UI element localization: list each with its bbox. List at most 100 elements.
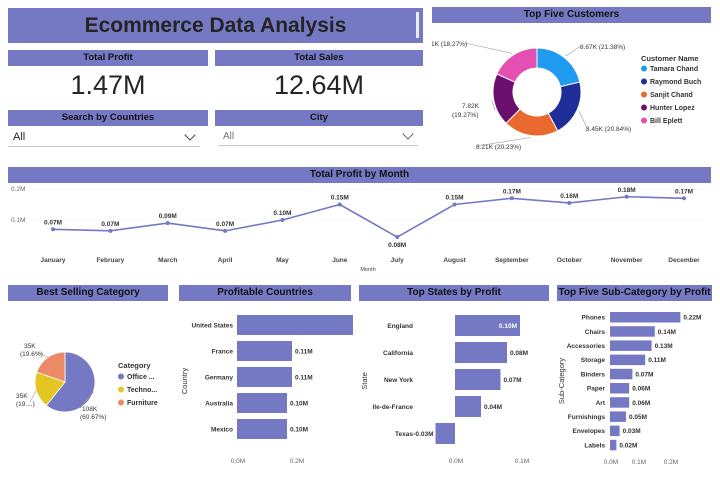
bar[interactable]: [610, 312, 681, 323]
line-point[interactable]: [624, 194, 629, 199]
bar[interactable]: [610, 354, 646, 366]
bar-category-label: Storage: [581, 357, 606, 364]
customer-legend-label[interactable]: Raymond Buch: [650, 79, 701, 86]
line-point[interactable]: [165, 221, 170, 226]
x-tick-label: September: [495, 257, 529, 264]
bar-value-label: 0.11M: [295, 348, 313, 355]
bar-value-label: 0.07M: [504, 377, 522, 384]
bar[interactable]: [455, 369, 501, 390]
bar-value-label: 0.14M: [658, 329, 676, 336]
bar-category-label: Art: [596, 400, 606, 407]
x-tick-label: April: [218, 257, 233, 264]
bar[interactable]: [237, 419, 287, 439]
y-tick-label: 0.1M: [11, 217, 25, 224]
line-point[interactable]: [280, 218, 285, 222]
top-customers-legend-title: Customer Name: [641, 54, 699, 63]
bar[interactable]: [455, 396, 481, 417]
line-point[interactable]: [51, 227, 55, 232]
bar[interactable]: [237, 315, 353, 335]
line-data-label: 0.10M: [273, 210, 291, 217]
bar[interactable]: [610, 326, 655, 337]
country-slicer-dropdown[interactable]: All: [8, 128, 200, 147]
bar[interactable]: [237, 367, 292, 387]
bar[interactable]: [610, 340, 652, 351]
bar-value-label: 0.11M: [295, 374, 313, 381]
legend-marker-icon: [641, 104, 647, 111]
category-data-label: 35K: [16, 393, 28, 400]
line-point[interactable]: [567, 200, 572, 205]
bar-value-label: 0.05M: [629, 414, 647, 421]
city-slicer-value: All: [223, 131, 235, 142]
category-legend-label[interactable]: Furniture: [127, 400, 158, 407]
total-sales-value: 12.64M: [273, 70, 365, 100]
legend-marker-icon: [118, 373, 124, 380]
bar-category-label: Mexico: [211, 426, 233, 433]
x-tick-label: 0.0M: [604, 459, 618, 466]
bar-value-label: 0.04M: [484, 404, 502, 411]
profit-by-month-line: [52, 195, 685, 238]
bar-category-label: United States: [191, 322, 233, 329]
line-point[interactable]: [682, 196, 686, 201]
customer-slice[interactable]: [536, 47, 581, 88]
bar-category-label: Furnishings: [568, 414, 606, 421]
bar[interactable]: [610, 383, 630, 394]
bar-category-label: Paper: [587, 386, 606, 393]
bar-category-label: California: [383, 350, 413, 357]
profitable_countries-y-axis-label: Country: [180, 368, 189, 395]
bar[interactable]: [435, 423, 456, 444]
line-point[interactable]: [452, 202, 457, 207]
bar[interactable]: [610, 397, 630, 408]
bar[interactable]: [610, 368, 633, 380]
category-data-label: 108K: [82, 406, 98, 413]
profit-by-month-data-labels: 0.07M 0.07M 0.09M 0.07M 0.10M 0.15M 0.08M 0.15M…: [44, 187, 693, 249]
bar-category-label: Texas: [395, 431, 413, 438]
customer-legend-label[interactable]: Hunter Lopez: [650, 105, 695, 112]
customer-label-leader: [565, 45, 582, 57]
bar[interactable]: [610, 425, 620, 437]
title-scrollbar[interactable]: [416, 12, 419, 38]
profitable_countries-category-labels: United States France Germany Australia Mexic…: [191, 322, 233, 433]
profit-by-month-xticks: January February March April May June July Augu…: [41, 257, 701, 264]
customer-slice[interactable]: [496, 47, 538, 83]
city-slicer-dropdown[interactable]: All: [218, 127, 418, 146]
line-point[interactable]: [395, 235, 400, 240]
legend-marker-icon: [641, 117, 647, 124]
top-customers-legend: Tamara Chand Raymond Buch Sanjit Chand Hunt…: [641, 65, 701, 125]
profit-by-month-yticks: 0.2M 0.1M: [11, 186, 25, 224]
bar-category-label: Accessories: [567, 343, 606, 350]
bar[interactable]: [237, 341, 292, 361]
line-point[interactable]: [108, 228, 113, 233]
bar-category-label: New York: [384, 377, 413, 384]
line-point[interactable]: [509, 196, 514, 201]
top_subcategories-x-ticks: 0.0M 0.1M 0.2M: [604, 459, 678, 466]
chevron-down-icon: [184, 129, 196, 141]
bar[interactable]: [610, 439, 617, 451]
top-states-title: Top States by Profit: [359, 285, 549, 301]
x-tick-label: 0.1M: [632, 459, 646, 466]
total-profit-header: Total Profit: [8, 50, 208, 66]
dashboard-title: Ecommerce Data Analysis: [84, 14, 347, 37]
bar[interactable]: [455, 342, 507, 363]
customer-legend-label[interactable]: Bill Eplett: [650, 118, 683, 125]
x-tick-label: 0.2M: [664, 459, 678, 466]
customer-legend-label[interactable]: Tamara Chand: [650, 66, 698, 73]
legend-marker-icon: [118, 386, 124, 393]
bar-category-label: France: [212, 348, 234, 355]
top-states-chart: England California New York Ile-de-France Te…: [360, 315, 529, 465]
category-legend-label[interactable]: Office ...: [127, 374, 155, 381]
bar-value-label: 0.08M: [510, 350, 528, 357]
category-data-sublabel: (60.67%): [80, 414, 106, 421]
customer-legend-label[interactable]: Sanjit Chand: [650, 92, 693, 99]
bar[interactable]: [610, 411, 626, 422]
bar-category-label: England: [387, 323, 413, 330]
x-tick-label: October: [557, 257, 582, 264]
bar[interactable]: [237, 393, 287, 413]
line-point[interactable]: [223, 228, 228, 233]
x-tick-label: November: [611, 257, 643, 264]
best-category-legend-title: Category: [118, 361, 151, 370]
bar-value-label: 0.10M: [290, 400, 308, 407]
line-point[interactable]: [337, 202, 342, 207]
legend-marker-icon: [641, 78, 647, 85]
line-data-label: 0.07M: [101, 221, 119, 228]
category-legend-label[interactable]: Techno...: [127, 387, 157, 394]
